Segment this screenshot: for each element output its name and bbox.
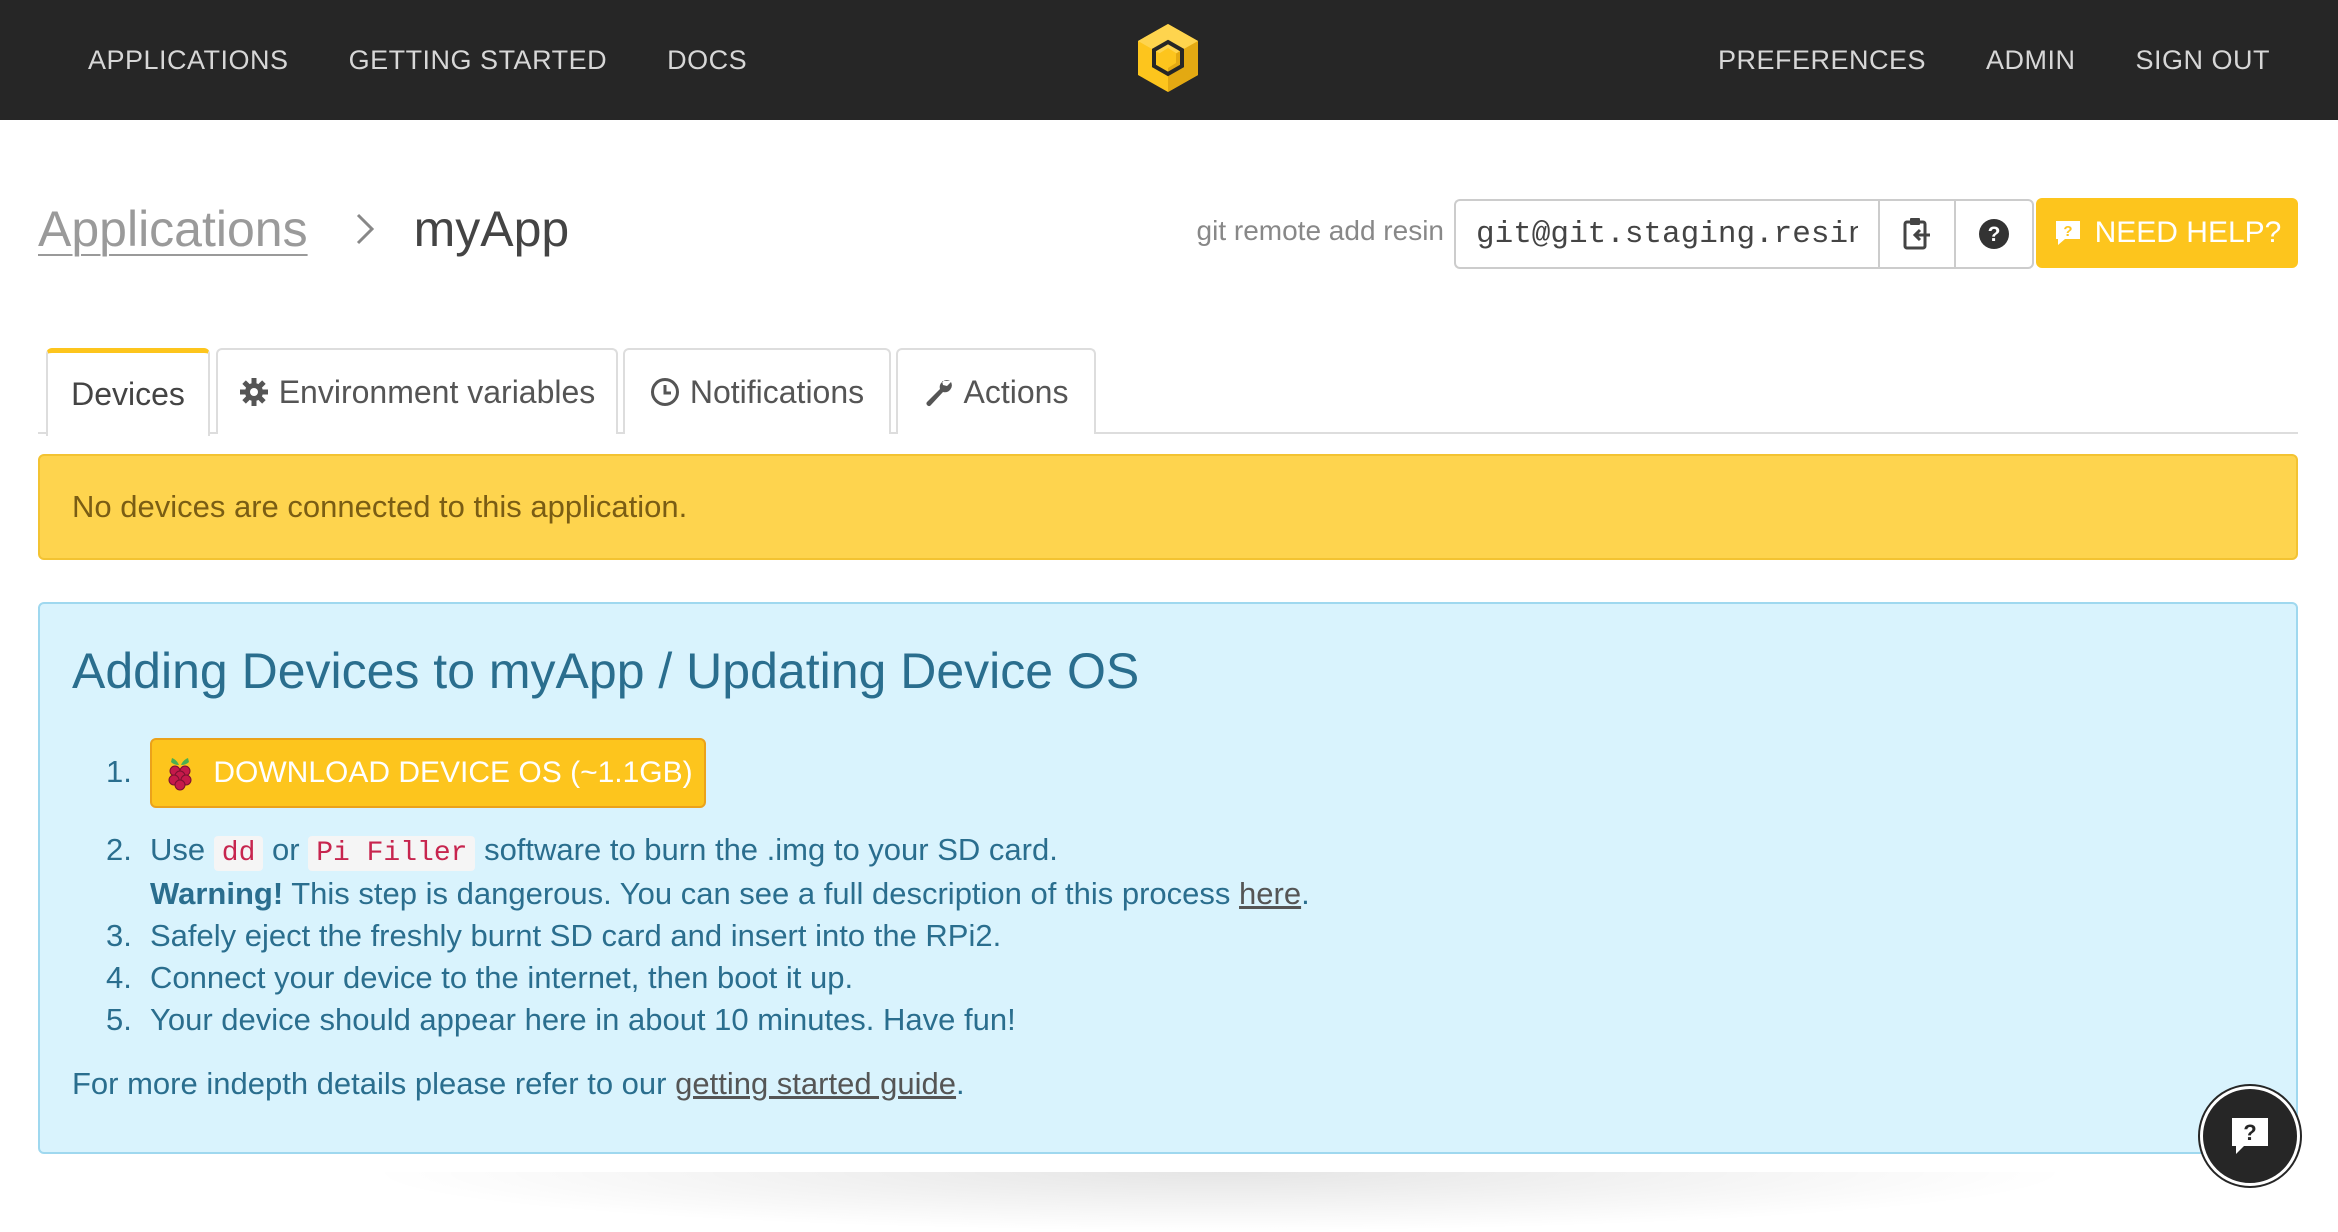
download-device-os-button[interactable]: DOWNLOAD DEVICE OS (~1.1GB) xyxy=(150,738,706,808)
tab-environment-variables[interactable]: Environment variables xyxy=(216,348,618,434)
footer-period: . xyxy=(956,1066,965,1101)
tab-devices-label: Devices xyxy=(71,376,185,412)
chat-question-icon: ? xyxy=(2232,1118,2268,1154)
getting-started-guide-link[interactable]: getting started guide xyxy=(675,1066,956,1101)
download-device-os-label: DOWNLOAD DEVICE OS (~1.1GB) xyxy=(213,756,693,789)
git-remote-label: git remote add resin xyxy=(1196,215,1444,246)
breadcrumb: Applications myApp xyxy=(38,200,569,258)
nav-sign-out-link[interactable]: SIGN OUT xyxy=(2135,45,2270,76)
git-help-button[interactable]: ? xyxy=(1956,199,2034,269)
tab-actions[interactable]: Actions xyxy=(896,348,1096,434)
need-help-label: NEED HELP? xyxy=(2094,216,2282,249)
warning-label: Warning! xyxy=(150,876,284,911)
bottom-card-shadow xyxy=(360,1172,2080,1232)
tab-actions-label: Actions xyxy=(963,373,1069,410)
svg-text:?: ? xyxy=(2063,223,2072,240)
top-navbar: APPLICATIONS GETTING STARTED DOCS PREFER… xyxy=(0,0,2338,120)
step-2-rest: software to burn the .img to your SD car… xyxy=(484,832,1058,867)
step-2-use: Use xyxy=(150,832,206,867)
nav-getting-started-link[interactable]: GETTING STARTED xyxy=(349,45,608,76)
step-number-5: 5. xyxy=(106,1002,132,1037)
cube-logo-icon[interactable] xyxy=(1136,22,1200,94)
tab-bar: Devices Environment variables Notificati… xyxy=(38,348,2298,436)
step-2-warning: Warning! This step is dangerous. You can… xyxy=(150,876,1310,912)
support-chat-button[interactable]: ? xyxy=(2200,1086,2300,1186)
warning-period: . xyxy=(1301,876,1310,911)
nav-left-group: APPLICATIONS GETTING STARTED DOCS xyxy=(88,0,807,120)
nav-docs-link[interactable]: DOCS xyxy=(667,45,747,76)
step-number-1: 1. xyxy=(106,754,132,789)
nav-admin-link[interactable]: ADMIN xyxy=(1986,45,2076,76)
step-number-3: 3. xyxy=(106,918,132,953)
step-2-text: Use dd or Pi Filler software to burn the… xyxy=(150,832,1058,871)
nav-applications-link[interactable]: APPLICATIONS xyxy=(88,45,289,76)
add-devices-title: Adding Devices to myApp / Updating Devic… xyxy=(72,643,1140,699)
step-number-2: 2. xyxy=(106,832,132,867)
nav-preferences-link[interactable]: PREFERENCES xyxy=(1718,45,1926,76)
no-devices-alert-text: No devices are connected to this applica… xyxy=(72,489,688,524)
no-devices-alert: No devices are connected to this applica… xyxy=(38,454,2298,560)
tab-notifications[interactable]: Notifications xyxy=(623,348,891,434)
step-2-or: or xyxy=(272,832,300,867)
chat-question-mark: ? xyxy=(2243,1120,2256,1145)
copy-clipboard-button[interactable] xyxy=(1878,199,1956,269)
tab-notifications-label: Notifications xyxy=(689,373,865,410)
clock-icon xyxy=(650,378,679,406)
question-circle-icon: ? xyxy=(1979,219,2009,249)
getting-started-footer: For more indepth details please refer to… xyxy=(72,1066,965,1102)
step-number-4: 4. xyxy=(106,960,132,995)
wrench-icon xyxy=(926,380,952,406)
raspberry-pi-icon xyxy=(168,758,192,791)
clipboard-icon xyxy=(1903,218,1930,250)
step-3-text: Safely eject the freshly burnt SD card a… xyxy=(150,918,1002,953)
chat-bubble-icon: ? xyxy=(2055,221,2080,245)
step-5-text: Your device should appear here in about … xyxy=(150,1002,1016,1037)
here-link[interactable]: here xyxy=(1239,876,1301,911)
git-remote-input[interactable] xyxy=(1454,199,1878,269)
warning-text: This step is dangerous. You can see a fu… xyxy=(291,876,1231,911)
nav-right-group: PREFERENCES ADMIN SIGN OUT xyxy=(1658,0,2270,120)
breadcrumb-applications-link[interactable]: Applications xyxy=(38,200,308,258)
dd-code: dd xyxy=(213,836,264,871)
add-devices-panel: Adding Devices to myApp / Updating Devic… xyxy=(38,602,2298,1154)
page-title: myApp xyxy=(413,201,570,257)
footer-text: For more indepth details please refer to… xyxy=(72,1066,667,1101)
git-remote-group: ? xyxy=(1454,199,2034,269)
step-4-text: Connect your device to the internet, the… xyxy=(150,960,854,995)
tab-devices[interactable]: Devices xyxy=(46,348,210,436)
svg-text:?: ? xyxy=(1988,223,2001,246)
gear-icon xyxy=(239,378,268,406)
chevron-right-icon xyxy=(356,213,374,245)
tab-environment-variables-label: Environment variables xyxy=(278,373,596,410)
need-help-button[interactable]: ? NEED HELP? xyxy=(2036,198,2298,268)
pi-filler-code: Pi Filler xyxy=(308,836,476,871)
